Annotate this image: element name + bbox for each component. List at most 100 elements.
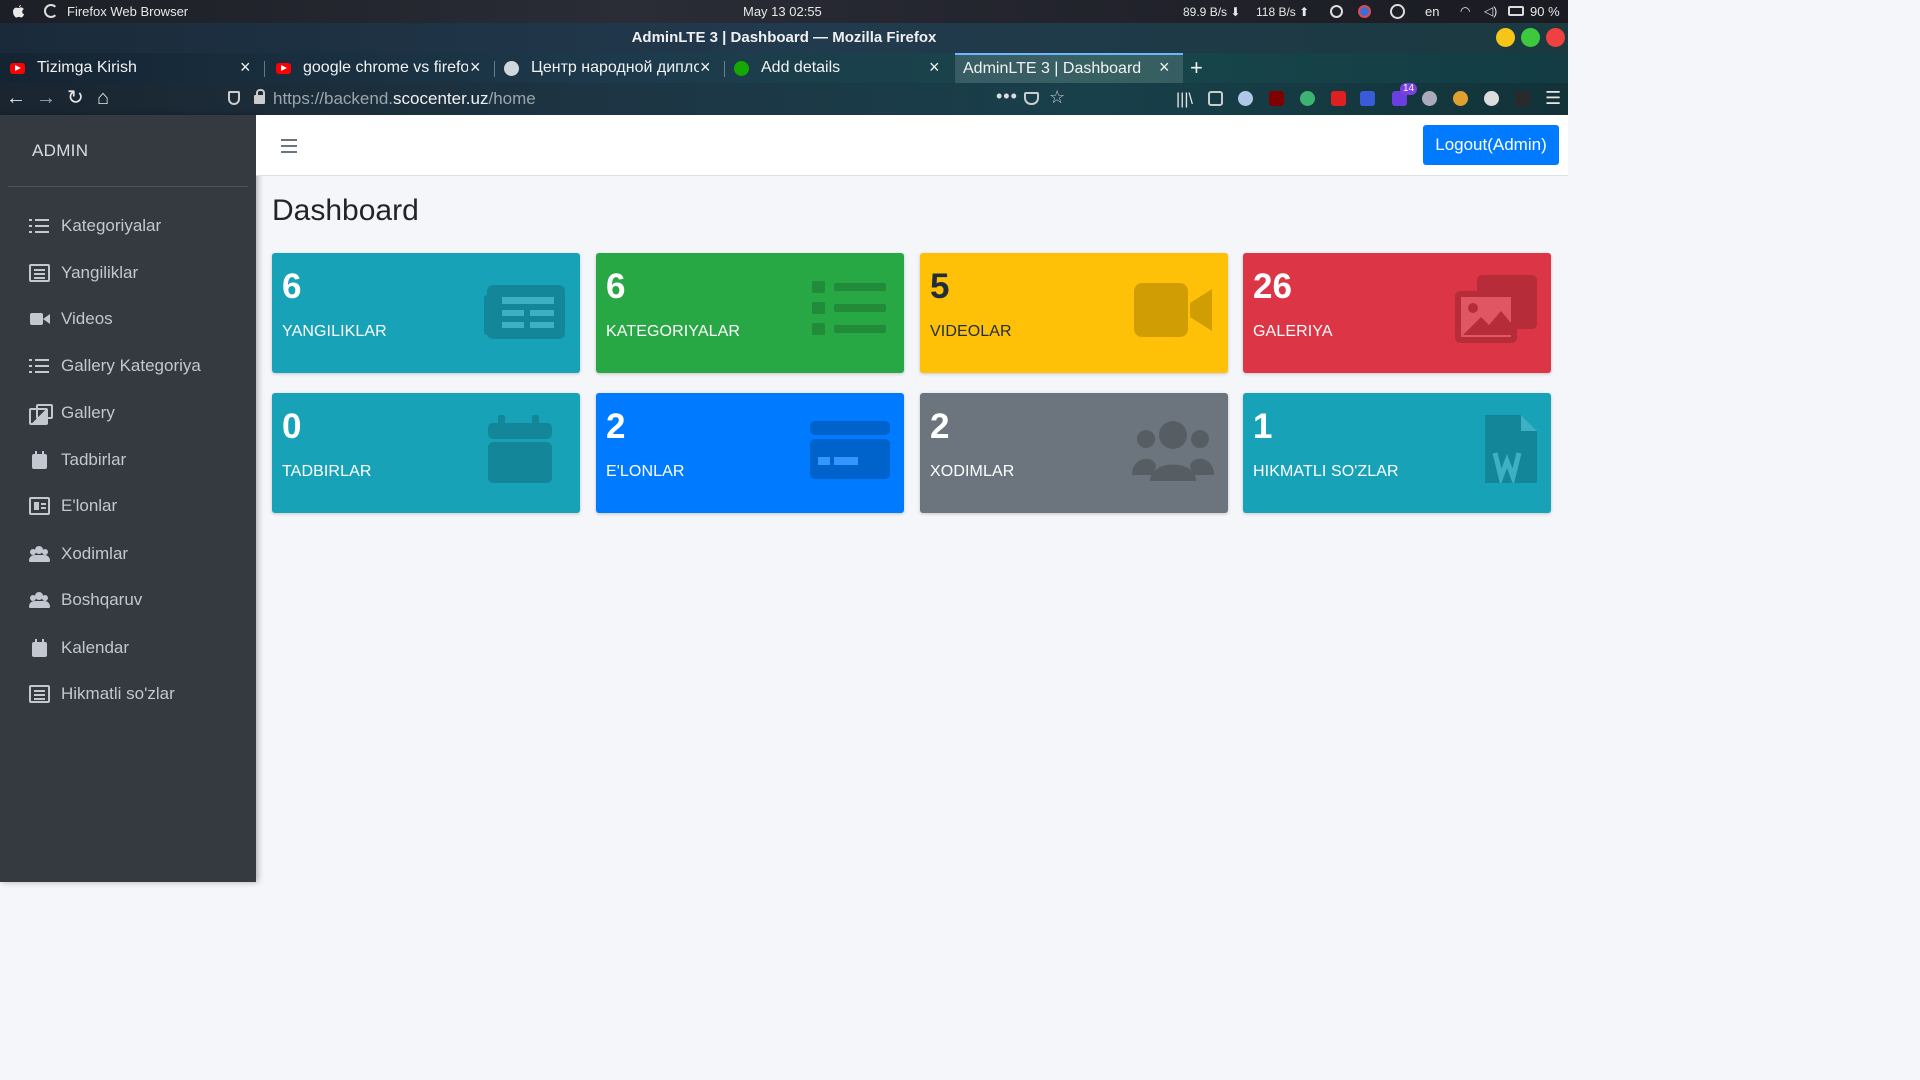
stat-label: XODIMLAR (930, 463, 1015, 480)
sidebar-item-kalendar[interactable]: Kalendar (8, 628, 248, 668)
users-icon (1132, 415, 1214, 483)
sidebar-item-boshqaruv[interactable]: Boshqaruv (8, 580, 248, 620)
stat-box-galeriya[interactable]: 26 GALERIYA (1243, 253, 1551, 373)
minimize-button[interactable] (1496, 28, 1515, 47)
close-tab-icon[interactable]: × (929, 58, 940, 76)
tab-label: Add details (761, 59, 841, 76)
sidebar-item-elonlar[interactable]: E'lonlar (8, 486, 248, 526)
extension-white-icon[interactable] (1484, 91, 1499, 106)
sidebar-item-gallery-kategoriya[interactable]: Gallery Kategoriya (8, 346, 248, 386)
clock[interactable]: May 13 02:55 (743, 4, 822, 19)
extension-badge: 14 (1400, 83, 1418, 95)
tray-record-icon[interactable] (1330, 5, 1343, 18)
window-title-bar: AdminLTE 3 | Dashboard — Mozilla Firefox (0, 23, 1568, 53)
page-actions-icon[interactable]: ••• (996, 86, 1018, 107)
stat-count: 2 (606, 407, 626, 446)
active-app-name[interactable]: Firefox Web Browser (67, 4, 188, 19)
sidebar-item-yangiliklar[interactable]: Yangiliklar (8, 253, 248, 293)
word-file-icon (1455, 415, 1537, 486)
maximize-button[interactable] (1521, 28, 1540, 47)
sidebar-item-label: Videos (61, 309, 113, 328)
tab-tizimga-kirish[interactable]: Tizimga Kirish (0, 53, 262, 83)
brand-text[interactable]: ADMIN (32, 141, 88, 161)
sidebar-item-tadbirlar[interactable]: Tadbirlar (8, 440, 248, 480)
network-upload-speed: 118 B/s ⬆ (1256, 5, 1310, 19)
new-tab-button[interactable]: + (1190, 55, 1203, 81)
divider (8, 186, 248, 187)
stat-box-elonlar[interactable]: 2 E'LONLAR (596, 393, 904, 513)
site-globe-icon (504, 60, 519, 76)
close-tab-icon[interactable]: × (1159, 58, 1170, 76)
forward-icon[interactable]: → (36, 87, 56, 109)
sidebar-item-hikmatli-sozlar[interactable]: Hikmatli so'zlar (8, 674, 248, 714)
tab-separator (724, 61, 725, 77)
stat-label: YANGILIKLAR (282, 323, 387, 340)
bookmark-star-icon[interactable]: ☆ (1049, 87, 1065, 108)
battery-icon[interactable] (1508, 6, 1524, 16)
sidebar-item-label: Gallery Kategoriya (61, 356, 201, 375)
extension-check-icon[interactable] (1300, 91, 1315, 106)
pocket-icon[interactable] (1024, 92, 1039, 105)
tab-label: AdminLTE 3 | Dashboard (963, 60, 1142, 77)
close-window-button[interactable] (1546, 28, 1565, 47)
close-tab-icon[interactable]: × (470, 58, 481, 76)
tab-adminlte-dashboard[interactable]: AdminLTE 3 | Dashboard (955, 53, 1183, 83)
sidebar-item-label: Xodimlar (61, 544, 129, 563)
extension-orange-icon[interactable] (1453, 91, 1468, 106)
list-icon (29, 357, 50, 375)
close-tab-icon[interactable]: × (240, 58, 251, 76)
lock-icon[interactable] (254, 89, 265, 104)
url-text[interactable]: https://backend.scocenter.uz/home (273, 89, 536, 109)
stat-count: 1 (1253, 407, 1273, 446)
list-icon (808, 275, 890, 343)
extension-dark-icon[interactable] (1515, 91, 1530, 106)
extension-shield-icon[interactable] (1331, 91, 1346, 106)
extension-l-icon[interactable] (1238, 91, 1253, 106)
home-icon[interactable]: ⌂ (97, 87, 109, 109)
sidebar-item-videos[interactable]: Videos (8, 299, 248, 339)
logout-button[interactable]: Logout(Admin) (1423, 125, 1559, 165)
tab-google-chrome-vs-firefox[interactable]: google chrome vs firefox (266, 53, 494, 83)
stat-box-hikmatli-sozlar[interactable]: 1 HIKMATLI SO'ZLAR (1243, 393, 1551, 513)
tracking-protection-icon[interactable] (228, 91, 240, 105)
stat-label: HIKMATLI SO'ZLAR (1253, 463, 1399, 480)
video-camera-icon (1132, 275, 1214, 343)
reload-icon[interactable]: ↻ (67, 87, 84, 109)
apple-icon[interactable] (10, 3, 26, 19)
sidebar-item-xodimlar[interactable]: Xodimlar (8, 534, 248, 574)
menu-icon[interactable]: ☰ (1545, 87, 1561, 109)
page-title: Dashboard (272, 194, 419, 227)
globe-icon[interactable] (1422, 91, 1437, 106)
volume-icon[interactable]: ◁) (1484, 4, 1497, 18)
extension-fi-icon[interactable] (1360, 91, 1375, 106)
stat-label: E'LONLAR (606, 463, 685, 480)
accessibility-icon[interactable] (1390, 4, 1405, 19)
tab-strip: Tizimga Kirish × google chrome vs firefo… (0, 53, 1568, 83)
ublock-icon[interactable] (1269, 91, 1284, 106)
sidebar-item-kategoriyalar[interactable]: Kategoriyalar (8, 206, 248, 246)
keyboard-language[interactable]: en (1425, 4, 1439, 19)
tab-label: Tizimga Kirish (37, 59, 137, 76)
id-card-icon (29, 497, 50, 515)
sidebar-icon[interactable] (1208, 91, 1223, 106)
tray-app-icon[interactable] (1358, 5, 1371, 18)
sidebar-item-gallery[interactable]: Gallery (8, 393, 248, 433)
wifi-icon[interactable]: ◠ (1460, 4, 1470, 18)
navigation-toolbar: ← → ↻ ⌂ https://backend.scocenter.uz/hom… (0, 83, 1568, 115)
back-icon[interactable]: ← (6, 87, 26, 109)
stat-box-videolar[interactable]: 5 VIDEOLAR (920, 253, 1228, 373)
newspaper-icon (29, 264, 50, 282)
stat-box-kategoriyalar[interactable]: 6 KATEGORIYALAR (596, 253, 904, 373)
stat-box-tadbirlar[interactable]: 0 TADBIRLAR (272, 393, 580, 513)
tab-add-details[interactable]: Add details (726, 53, 954, 83)
main-header: Logout(Admin) (256, 115, 1568, 176)
youtube-icon (276, 62, 291, 74)
stat-label: KATEGORIYALAR (606, 323, 741, 340)
close-tab-icon[interactable]: × (700, 58, 711, 76)
stat-box-yangiliklar[interactable]: 6 YANGILIKLAR (272, 253, 580, 373)
stat-box-xodimlar[interactable]: 2 XODIMLAR (920, 393, 1228, 513)
hamburger-menu-icon[interactable] (281, 139, 297, 153)
url-bar[interactable]: https://backend.scocenter.uz/home ••• ☆ (220, 86, 1080, 112)
library-icon[interactable]: |||\ (1176, 89, 1193, 111)
tab-centr-narodnoy-diplomatii[interactable]: Центр народной дипломатии (496, 53, 726, 83)
